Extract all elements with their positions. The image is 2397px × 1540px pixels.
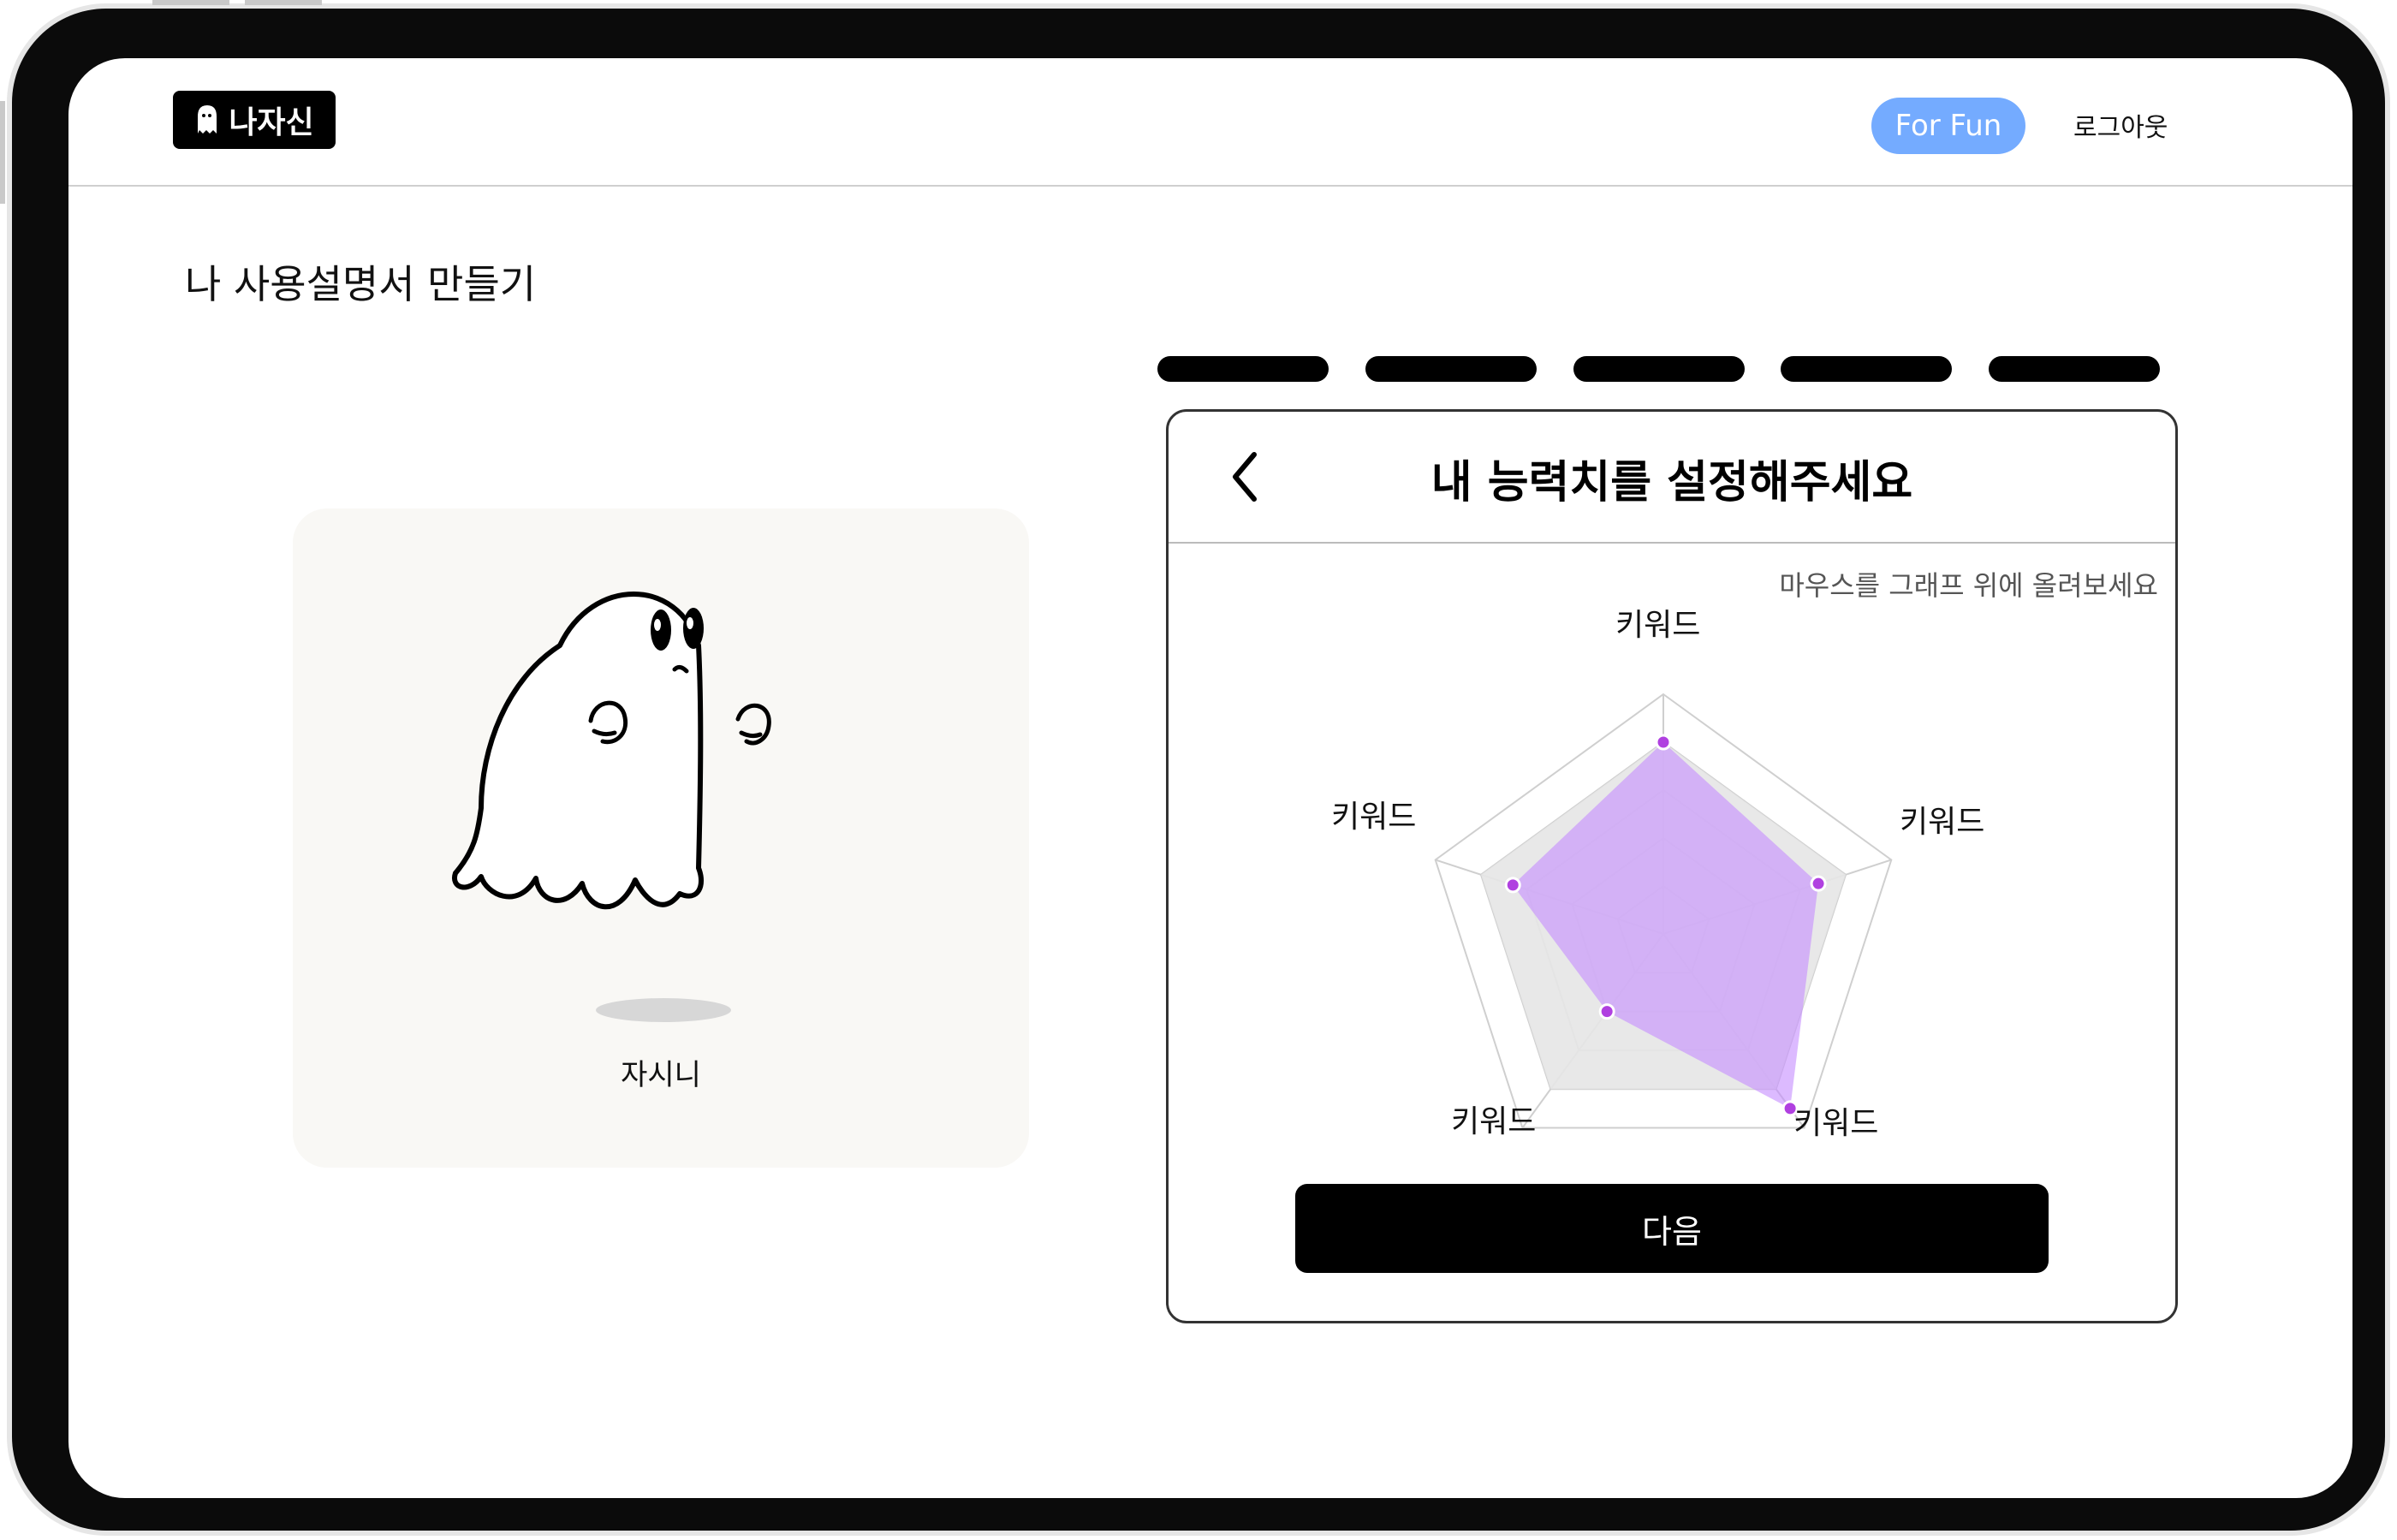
hardware-button: [0, 101, 5, 204]
app-screen: 나자신 For Fun 로그아웃 나 사용설명서 만들기 자시니 내 능력치를 …: [68, 58, 2352, 1498]
progress-step-2: [1365, 356, 1537, 382]
radar-axis-label: 키워드: [1793, 1106, 1879, 1141]
radar-data-point: [1598, 1003, 1615, 1020]
progress-step-5: [1989, 356, 2160, 382]
radar-data-point: [1810, 875, 1827, 892]
top-nav: 나자신 For Fun 로그아웃: [68, 58, 2352, 187]
logo-text: 나자신: [229, 105, 314, 140]
radar-axis-label: 키워드: [1900, 805, 1985, 840]
radar-data-point: [1504, 877, 1521, 894]
radar-axis-label: 키워드: [1615, 608, 1701, 643]
radar-data-point: [1655, 734, 1672, 751]
tablet-frame: 나자신 For Fun 로그아웃 나 사용설명서 만들기 자시니 내 능력치를 …: [0, 0, 2385, 1531]
progress-step-1: [1157, 356, 1329, 382]
logout-link[interactable]: 로그아웃: [2073, 106, 2168, 144]
ability-panel: 내 능력치를 설정해주세요 마우스를 그래프 위에 올려보세요 키워드 키워드 …: [1166, 409, 2178, 1323]
for-fun-button[interactable]: For Fun: [1871, 98, 2025, 154]
ghost-shadow: [596, 998, 731, 1022]
character-name: 자시니: [621, 1058, 701, 1092]
page-title: 나 사용설명서 만들기: [185, 261, 537, 307]
logo[interactable]: 나자신: [173, 91, 336, 149]
next-button[interactable]: 다음: [1295, 1184, 2049, 1273]
ghost-logo-icon: [198, 105, 217, 134]
radar-chart[interactable]: [1169, 412, 2175, 1182]
progress-step-3: [1573, 356, 1745, 382]
progress-step-4: [1781, 356, 1952, 382]
radar-axis-label: 키워드: [1451, 1104, 1537, 1139]
hardware-button: [245, 0, 322, 5]
radar-axis-label: 키워드: [1331, 800, 1417, 835]
hardware-button: [152, 0, 229, 5]
